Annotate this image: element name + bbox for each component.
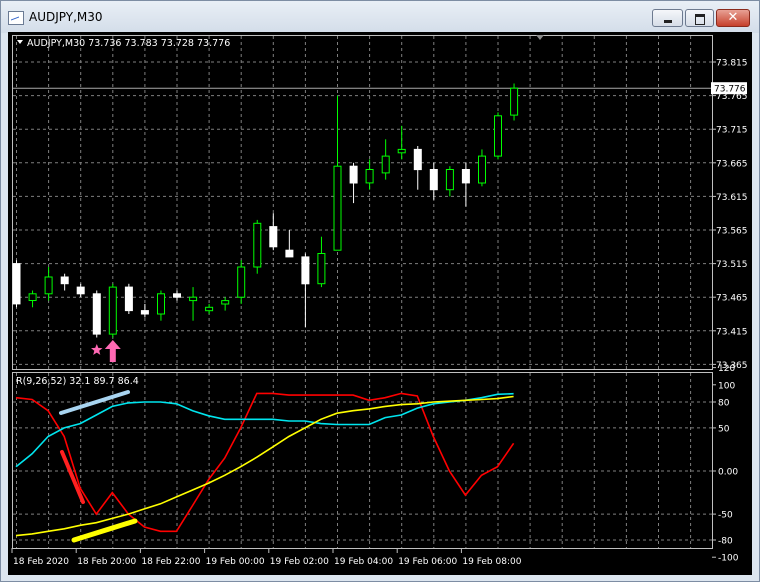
time-label: 19 Feb 04:00	[334, 557, 393, 567]
time-label: 19 Feb 00:00	[206, 557, 265, 567]
candle-body	[124, 286, 133, 312]
candle-body	[92, 293, 101, 335]
chart-canvas[interactable]: 73.81573.76573.71573.66573.61573.56573.5…	[8, 32, 752, 575]
dropdown-triangle-icon[interactable]	[17, 40, 23, 44]
candle-body	[173, 293, 181, 298]
candle-body	[189, 296, 198, 302]
current-price-label: 73.776	[714, 85, 746, 95]
candle-body	[381, 155, 390, 174]
candle-body	[461, 169, 470, 184]
indicator-level-label: 100	[718, 381, 735, 391]
maximize-button[interactable]	[685, 9, 714, 27]
candle-body	[108, 286, 117, 335]
price-label: 73.415	[716, 327, 748, 337]
candle-body	[44, 276, 53, 295]
candle-body	[12, 263, 21, 305]
price-label: 73.515	[716, 260, 748, 270]
candle-body	[413, 148, 422, 171]
candle-body	[317, 253, 326, 285]
close-icon: ✕	[727, 10, 739, 25]
title-bar[interactable]: AUDJPY,M30 ✕	[1, 1, 759, 33]
chart-area[interactable]: 73.815 73.765 73.715 73.665 73.615 73.565 73.5…	[8, 32, 752, 575]
indicator-level-label: 50	[718, 424, 730, 434]
grid	[13, 36, 712, 548]
annotation-stroke-yellow	[71, 518, 138, 543]
maximize-icon	[695, 14, 705, 25]
chart-window-icon	[8, 11, 24, 25]
indicator-panel-header: R(9,26,52) 32.1 89.7 86.4	[16, 376, 139, 387]
candle-body	[140, 310, 149, 315]
candle-body	[269, 226, 278, 248]
axes: 73.81573.76573.71573.66573.61573.56573.5…	[11, 59, 748, 567]
time-label: 19 Feb 08:00	[462, 557, 521, 567]
signal-star-icon	[91, 344, 103, 355]
candle-body	[285, 249, 294, 258]
price-label: 73.665	[716, 159, 748, 169]
main-panel-header: AUDJPY,M30 73.736 73.783 73.728 73.776	[27, 38, 230, 49]
candle-body	[429, 169, 438, 191]
candle-body	[349, 165, 358, 184]
indicator-level-label: -80	[718, 537, 733, 547]
candle-body	[397, 148, 406, 154]
time-label: 19 Feb 06:00	[398, 557, 457, 567]
candle-body	[28, 293, 37, 301]
indicator-level-label: -100	[718, 554, 739, 564]
indicator-level-label: 80	[718, 399, 730, 409]
time-label: 18 Feb 2020	[13, 557, 69, 567]
indicator-level-label: 0.00	[718, 468, 738, 478]
chart-window: AUDJPY,M30 ✕ 73.815 73.765 73.715 73.665 73.…	[0, 0, 760, 582]
time-label: 19 Feb 02:00	[270, 557, 329, 567]
main-panel-frame	[12, 35, 713, 370]
candle-body	[333, 165, 342, 251]
price-label: 73.465	[716, 294, 748, 304]
candle-body	[157, 293, 165, 315]
candle-body	[205, 306, 214, 312]
price-label: 73.815	[716, 59, 748, 69]
candle-body	[445, 169, 454, 191]
price-label: 73.715	[716, 126, 748, 136]
indicator-line-fast	[15, 392, 515, 533]
annotation-stroke-red	[60, 450, 85, 504]
candle-body	[253, 222, 262, 268]
candle-body	[301, 256, 310, 285]
minimize-button[interactable]	[652, 9, 683, 27]
candle-body	[494, 115, 502, 157]
candle-body	[237, 266, 246, 298]
time-label: 18 Feb 20:00	[77, 557, 136, 567]
close-button[interactable]: ✕	[716, 9, 750, 27]
indicator-level-label: -50	[718, 511, 733, 521]
indicator-level-label: 120	[718, 364, 735, 374]
candle-body	[221, 300, 230, 305]
candle-body	[510, 87, 519, 116]
chart-shift-marker-icon[interactable]	[536, 35, 544, 40]
minimize-icon	[664, 20, 672, 23]
indicator-lines	[15, 392, 515, 537]
candle-body	[365, 169, 374, 184]
candle-body	[76, 286, 85, 295]
price-label: 73.565	[716, 227, 748, 237]
candle-body	[478, 155, 486, 184]
buy-arrow-up-icon	[104, 340, 121, 362]
window-title: AUDJPY,M30	[29, 10, 103, 24]
candle-body	[60, 276, 69, 285]
time-label: 18 Feb 22:00	[141, 557, 200, 567]
candles	[12, 83, 519, 338]
price-label: 73.615	[716, 193, 748, 203]
